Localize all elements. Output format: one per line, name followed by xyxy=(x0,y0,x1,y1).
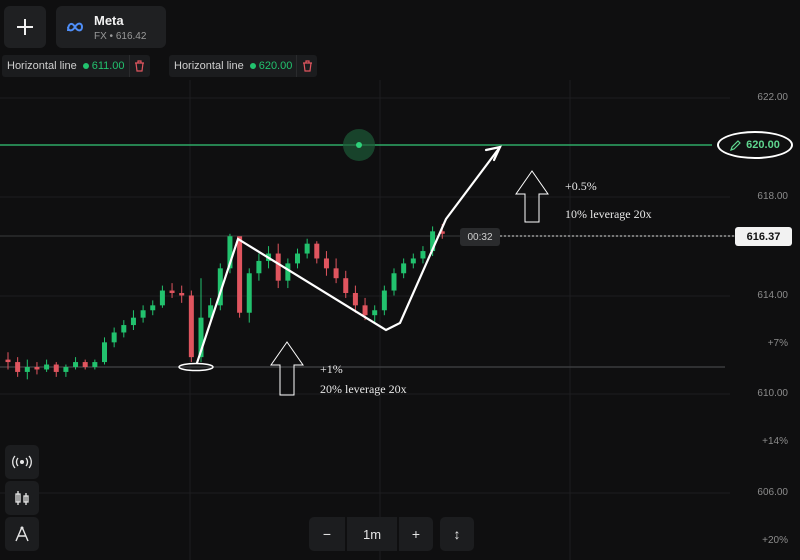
axis-label-606: 606.00 xyxy=(757,487,788,498)
axis-label-622: 622.00 xyxy=(757,92,788,103)
candle-body xyxy=(372,310,378,316)
candle-body xyxy=(102,342,107,363)
axis-label-614: 614.00 xyxy=(757,290,788,301)
candle-body xyxy=(352,293,358,306)
candle-body xyxy=(343,278,349,294)
line-price-value: 620.00 xyxy=(746,139,780,151)
autoscale-button[interactable]: ↕ xyxy=(440,517,474,551)
candle-body xyxy=(15,362,21,372)
candle-body xyxy=(53,364,59,372)
candle-body xyxy=(391,273,397,291)
current-price-badge: 616.37 xyxy=(735,227,792,246)
candle-body xyxy=(420,251,426,259)
broadcast-icon xyxy=(12,455,32,469)
candle-body xyxy=(179,293,185,296)
pencil-icon xyxy=(730,139,742,151)
candle-body xyxy=(92,362,98,368)
candle-body xyxy=(295,253,300,264)
candle-body xyxy=(410,258,416,264)
candle-body xyxy=(304,243,310,254)
lower-leverage-note: 20% leverage 20x xyxy=(320,382,407,396)
axis-label-610: 610.00 xyxy=(757,388,788,399)
interval-button[interactable]: 1m xyxy=(347,517,397,551)
line-price-label[interactable]: 620.00 xyxy=(717,131,793,159)
candle-body xyxy=(150,305,156,311)
candle-body xyxy=(34,367,40,370)
upper-percent-note: +0.5% xyxy=(565,179,597,193)
candle-body xyxy=(159,290,165,306)
candle-body xyxy=(63,367,69,372)
price-chart[interactable] xyxy=(0,0,800,560)
axis-label-pct20: +20% xyxy=(762,535,788,546)
candle-body xyxy=(188,295,194,358)
candle-body xyxy=(5,359,11,363)
candle-body xyxy=(130,317,136,326)
candle-body xyxy=(24,367,30,372)
candle-body xyxy=(323,258,329,269)
candle-body xyxy=(256,260,262,274)
axis-label-pct14: +14% xyxy=(762,436,788,447)
candle-body xyxy=(275,253,281,281)
candle-body xyxy=(121,325,127,333)
candles xyxy=(5,223,445,380)
axis-label-618: 618.00 xyxy=(757,191,788,202)
annotation-drawing xyxy=(178,145,502,372)
compass-icon xyxy=(15,526,29,542)
candle-body xyxy=(82,362,88,368)
candle-body xyxy=(314,243,320,259)
candle-body xyxy=(237,236,243,313)
zoom-out-button[interactable]: − xyxy=(309,517,345,551)
timeframe-toolbar: − 1m + xyxy=(309,517,433,551)
candle-body xyxy=(381,290,387,311)
axis-label-pct7: +7% xyxy=(767,338,788,349)
signal-button[interactable] xyxy=(5,445,39,479)
candle-body xyxy=(246,273,252,313)
candle-body xyxy=(169,290,175,294)
candle-body xyxy=(140,310,146,318)
candle-body xyxy=(285,263,291,281)
candle-body xyxy=(73,362,79,368)
candlestick-icon xyxy=(15,491,29,505)
line-handle xyxy=(356,142,362,148)
candle-body xyxy=(362,305,368,316)
candle-body xyxy=(333,268,339,279)
path-arrow xyxy=(195,145,502,365)
zoom-in-button[interactable]: + xyxy=(399,517,433,551)
chart-type-button[interactable] xyxy=(5,481,39,515)
candle-timer: 00:32 xyxy=(460,228,500,246)
upper-leverage-note: 10% leverage 20x xyxy=(565,207,652,221)
candle-body xyxy=(44,364,50,370)
candle-body xyxy=(401,263,407,274)
candle-body xyxy=(111,332,117,343)
lower-percent-note: +1% xyxy=(320,362,343,376)
up-arrow-lower xyxy=(270,341,304,396)
drawing-tools-button[interactable] xyxy=(5,517,39,551)
